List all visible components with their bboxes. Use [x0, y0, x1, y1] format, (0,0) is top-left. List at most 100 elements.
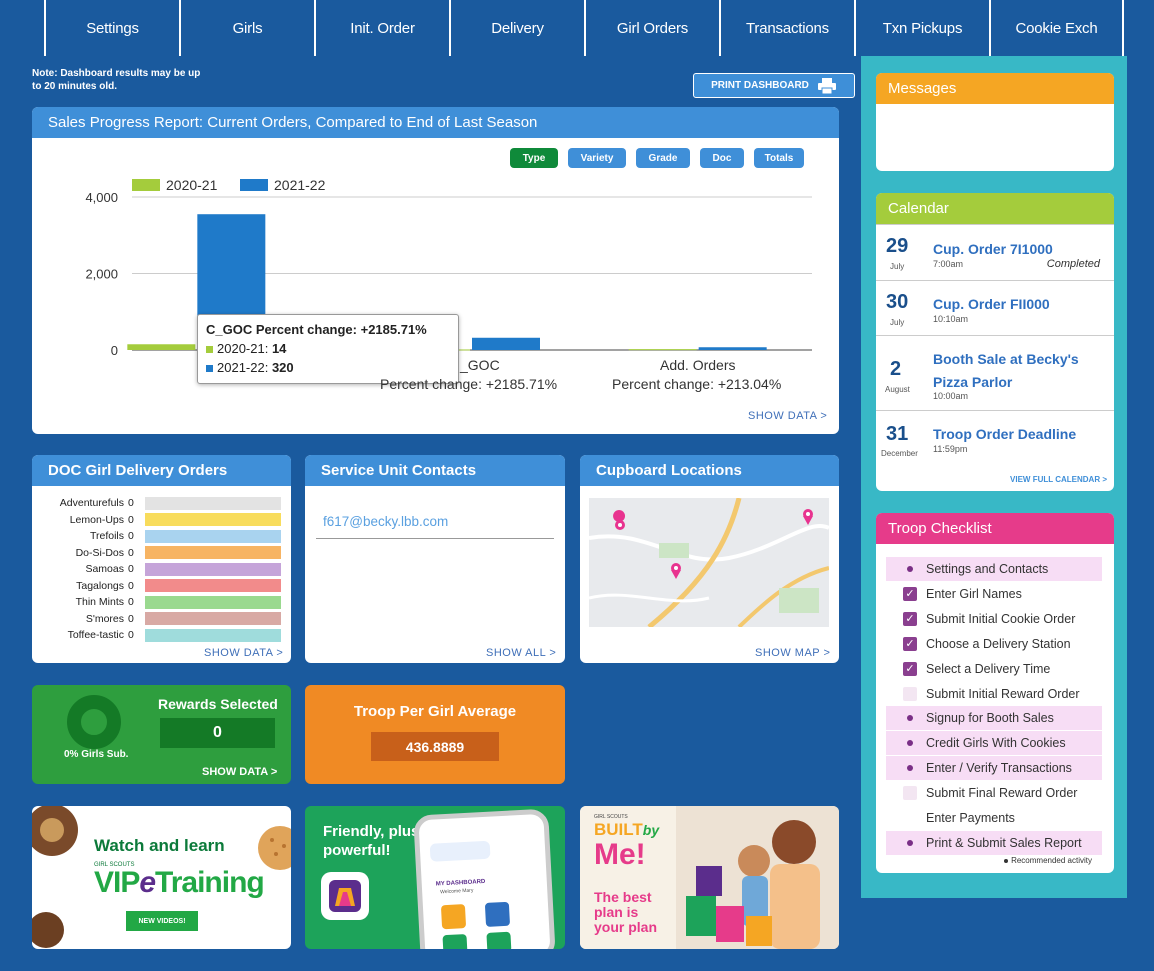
doc-value: 0 [128, 546, 134, 559]
doc-bar [145, 612, 281, 626]
checklist-label: Enter Payments [926, 811, 1015, 825]
checklist-mark [902, 810, 918, 826]
cookie-icon [32, 912, 64, 948]
event-month: August [885, 385, 910, 394]
doc-bar [145, 546, 281, 560]
cookie-icon [32, 806, 78, 856]
messages-title: Messages [876, 73, 1114, 104]
calendar-event[interactable]: 31 December Troop Order Deadline 11:59pm [876, 410, 1114, 460]
doc-name: Samoas [85, 563, 124, 576]
top-nav: Settings Girls Init. Order Delivery Girl… [0, 0, 1154, 56]
checklist-mark: ✓ [902, 636, 918, 652]
chip-totals[interactable]: Totals [754, 148, 804, 168]
promo-app[interactable]: Friendly, plus powerful! MY DASHBOARD We… [305, 806, 565, 949]
nav-txn-pickups[interactable]: Txn Pickups [854, 0, 989, 56]
nav-girl-orders[interactable]: Girl Orders [584, 0, 719, 56]
nav-delivery[interactable]: Delivery [449, 0, 584, 56]
doc-row: Lemon-Ups 0 [32, 512, 281, 529]
checklist-label: Submit Final Reward Order [926, 786, 1078, 801]
photo-girls-illustration [676, 806, 839, 949]
checklist-mark [902, 835, 918, 851]
tooltip-swatch [206, 365, 213, 372]
checkbox-checked-icon[interactable]: ✓ [903, 586, 917, 601]
checklist-mark [902, 735, 918, 751]
su-show-all-link[interactable]: SHOW ALL > [486, 647, 556, 659]
calendar-event[interactable]: 30 July Cup. Order FII000 10:10am [876, 280, 1114, 335]
checkbox-checked-icon[interactable]: ✓ [903, 661, 917, 676]
event-title[interactable]: Cup. Order 7I1000 [933, 241, 1053, 257]
footnote-text: Recommended activity [1011, 856, 1092, 865]
rewards-show-data-link[interactable]: SHOW DATA > [202, 766, 277, 778]
checklist-item[interactable]: ✓ Enter Girl Names [886, 582, 1102, 606]
checklist-item[interactable]: ✓ Select a Delivery Time [886, 657, 1102, 681]
nav-settings[interactable]: Settings [44, 0, 179, 56]
contact-email-link[interactable]: f617@becky.lbb.com [323, 514, 448, 529]
checklist-item[interactable]: Signup for Booth Sales [886, 706, 1102, 731]
promo-vip-training[interactable]: Watch and learn GIRL SCOUTS VIPeTraining… [32, 806, 291, 949]
phone-tile-icon [440, 904, 467, 930]
service-unit-title: Service Unit Contacts [305, 455, 565, 486]
tooltip-row-value: 14 [271, 341, 287, 356]
phone-tile-icon [484, 901, 511, 927]
dashboard-note: Note: Dashboard results may be up to 20 … [32, 68, 201, 92]
view-full-calendar-link[interactable]: VIEW FULL CALENDAR > [1010, 475, 1107, 484]
doc-row: Trefoils 0 [32, 528, 281, 545]
doc-name: Tagalongs [76, 579, 124, 592]
doc-name: Trefoils [89, 530, 124, 543]
bar-2020-21 [127, 344, 196, 350]
category-label-goc: _GOC [460, 357, 500, 373]
checklist-item[interactable]: Submit Final Reward Order [886, 781, 1102, 805]
checklist-item[interactable]: Enter Payments [886, 806, 1102, 830]
doc-row: Toffee-tastic 0 [32, 627, 281, 644]
checkbox-checked-icon[interactable]: ✓ [903, 611, 917, 626]
checklist-item[interactable]: Submit Initial Reward Order [886, 682, 1102, 706]
chip-grade[interactable]: Grade [636, 148, 690, 168]
chart-tooltip: C_GOC Percent change: +2185.71% 2020-21:… [197, 314, 459, 384]
checklist-item[interactable]: ✓ Submit Initial Cookie Order [886, 607, 1102, 631]
checklist-item[interactable]: Print & Submit Sales Report [886, 830, 1102, 855]
tooltip-row-label: 2021-22: [217, 360, 272, 375]
checklist-mark: ✓ [902, 586, 918, 602]
event-title[interactable]: Booth Sale at Becky's Pizza Parlor [933, 348, 1103, 394]
doc-value: 0 [128, 497, 134, 510]
calendar-event[interactable]: 29 July Cup. Order 7I1000 7:00am Complet… [876, 224, 1114, 280]
checklist-item[interactable]: Enter / Verify Transactions [886, 756, 1102, 781]
legend-swatch [240, 179, 268, 191]
promo3-me: Me! [594, 838, 646, 871]
avg-card: Troop Per Girl Average 436.8889 [305, 685, 565, 784]
print-dashboard-button[interactable]: PRINT DASHBOARD [693, 73, 855, 98]
tooltip-swatch [206, 346, 213, 353]
checklist-item[interactable]: Settings and Contacts [886, 557, 1102, 581]
phone-sub: Welcome Mary [440, 887, 474, 896]
nav-transactions[interactable]: Transactions [719, 0, 854, 56]
calendar-event[interactable]: 2 August Booth Sale at Becky's Pizza Par… [876, 335, 1114, 410]
cupboard-map[interactable] [589, 498, 829, 627]
sales-show-data-link[interactable]: SHOW DATA > [748, 410, 827, 422]
chip-variety[interactable]: Variety [568, 148, 626, 168]
checkbox-empty-icon[interactable] [903, 786, 917, 801]
doc-show-data-link[interactable]: SHOW DATA > [204, 647, 283, 659]
checklist-card: Troop Checklist Settings and Contacts ✓ En… [876, 513, 1114, 873]
checklist-title: Troop Checklist [876, 513, 1114, 544]
promo-built-by-me[interactable]: GIRL SCOUTS BUILTby Me! The best plan is… [580, 806, 839, 949]
legend-swatch [132, 179, 160, 191]
cupboard-show-map-link[interactable]: SHOW MAP > [755, 647, 830, 659]
nav-girls[interactable]: Girls [179, 0, 314, 56]
messages-card: Messages [876, 73, 1114, 171]
nav-init-order[interactable]: Init. Order [314, 0, 449, 56]
tooltip-row-value: 320 [271, 360, 294, 375]
checkbox-empty-icon[interactable] [903, 686, 917, 701]
checklist-item[interactable]: Credit Girls With Cookies [886, 731, 1102, 756]
checklist-mark [902, 710, 918, 726]
doc-name: Lemon-Ups [69, 513, 124, 526]
sales-progress-title: Sales Progress Report: Current Orders, C… [32, 107, 839, 138]
nav-cookie-exch[interactable]: Cookie Exch [989, 0, 1124, 56]
checklist-label: Credit Girls With Cookies [926, 736, 1066, 751]
chip-doc[interactable]: Doc [700, 148, 744, 168]
checklist-item[interactable]: ✓ Choose a Delivery Station [886, 632, 1102, 656]
event-title[interactable]: Cup. Order FII000 [933, 296, 1050, 312]
chip-type[interactable]: Type [510, 148, 558, 168]
promo1-brand: VIPeTraining [94, 866, 265, 900]
event-title[interactable]: Troop Order Deadline [933, 426, 1076, 442]
checkbox-checked-icon[interactable]: ✓ [903, 636, 917, 651]
